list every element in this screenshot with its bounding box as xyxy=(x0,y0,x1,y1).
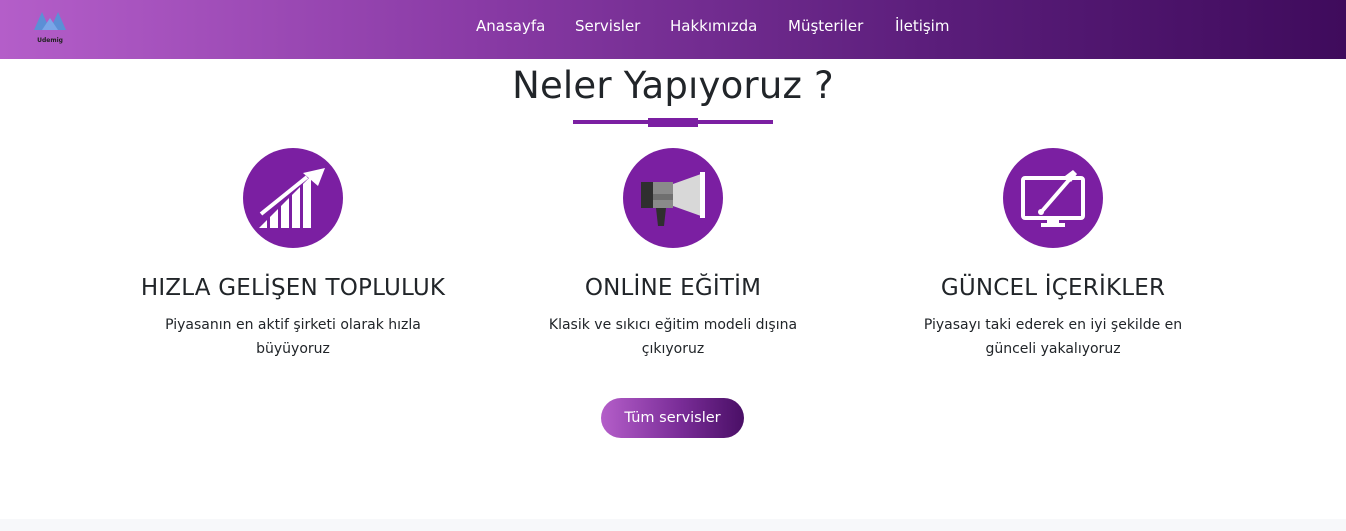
title-underline-accent xyxy=(648,118,698,127)
service-card-community: HIZLA GELİŞEN TOPLULUK Piyasanın en akti… xyxy=(103,148,483,361)
service-icon-circle xyxy=(1003,148,1103,248)
service-title: GÜNCEL İÇERİKLER xyxy=(940,275,1166,301)
nav-contact[interactable]: İletişim xyxy=(895,17,949,35)
nav-services[interactable]: Servisler xyxy=(575,17,640,35)
service-card-current-content: GÜNCEL İÇERİKLER Piyasayı taki ederek en… xyxy=(863,148,1243,361)
growth-chart-icon xyxy=(259,168,325,228)
section-title: Neler Yapıyoruz ? xyxy=(512,64,834,107)
service-description: Klasik ve sıkıcı eğitim modeli dışına çı… xyxy=(548,317,798,357)
service-icon-circle xyxy=(243,148,343,248)
nav-about[interactable]: Hakkımızda xyxy=(670,17,757,35)
all-services-button[interactable]: Tüm servisler xyxy=(601,398,744,438)
service-card-online-education: ONLİNE EĞİTİM Klasik ve sıkıcı eğitim mo… xyxy=(483,148,863,361)
nav-home[interactable]: Anasayfa xyxy=(476,17,545,35)
service-title: ONLİNE EĞİTİM xyxy=(584,275,762,301)
nav-customers[interactable]: Müşteriler xyxy=(788,17,863,35)
service-description: Piyasanın en aktif şirketi olarak hızla … xyxy=(165,317,421,357)
navbar: Udemig Anasayfa Servisler Hakkımızda Müş… xyxy=(0,0,1346,59)
service-icon-circle xyxy=(623,148,723,248)
megaphone-icon xyxy=(641,172,705,226)
service-title: HIZLA GELİŞEN TOPLULUK xyxy=(140,275,446,301)
footer-edge xyxy=(0,519,1346,531)
service-description: Piyasayı taki ederek en iyi şekilde en g… xyxy=(923,317,1183,357)
monitor-brush-icon xyxy=(1021,170,1085,227)
main-nav: Anasayfa Servisler Hakkımızda Müşteriler… xyxy=(0,0,1346,59)
